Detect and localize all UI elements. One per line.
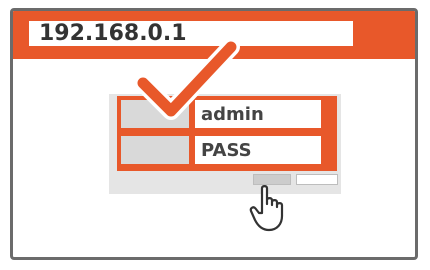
checkmark-icon [134, 41, 240, 120]
browser-window: 192.168.0.1 admin PASS [10, 8, 418, 260]
cancel-button[interactable] [296, 174, 338, 185]
password-label-box [121, 136, 189, 164]
hand-pointer-icon [249, 185, 284, 232]
password-field[interactable]: PASS [195, 136, 321, 164]
